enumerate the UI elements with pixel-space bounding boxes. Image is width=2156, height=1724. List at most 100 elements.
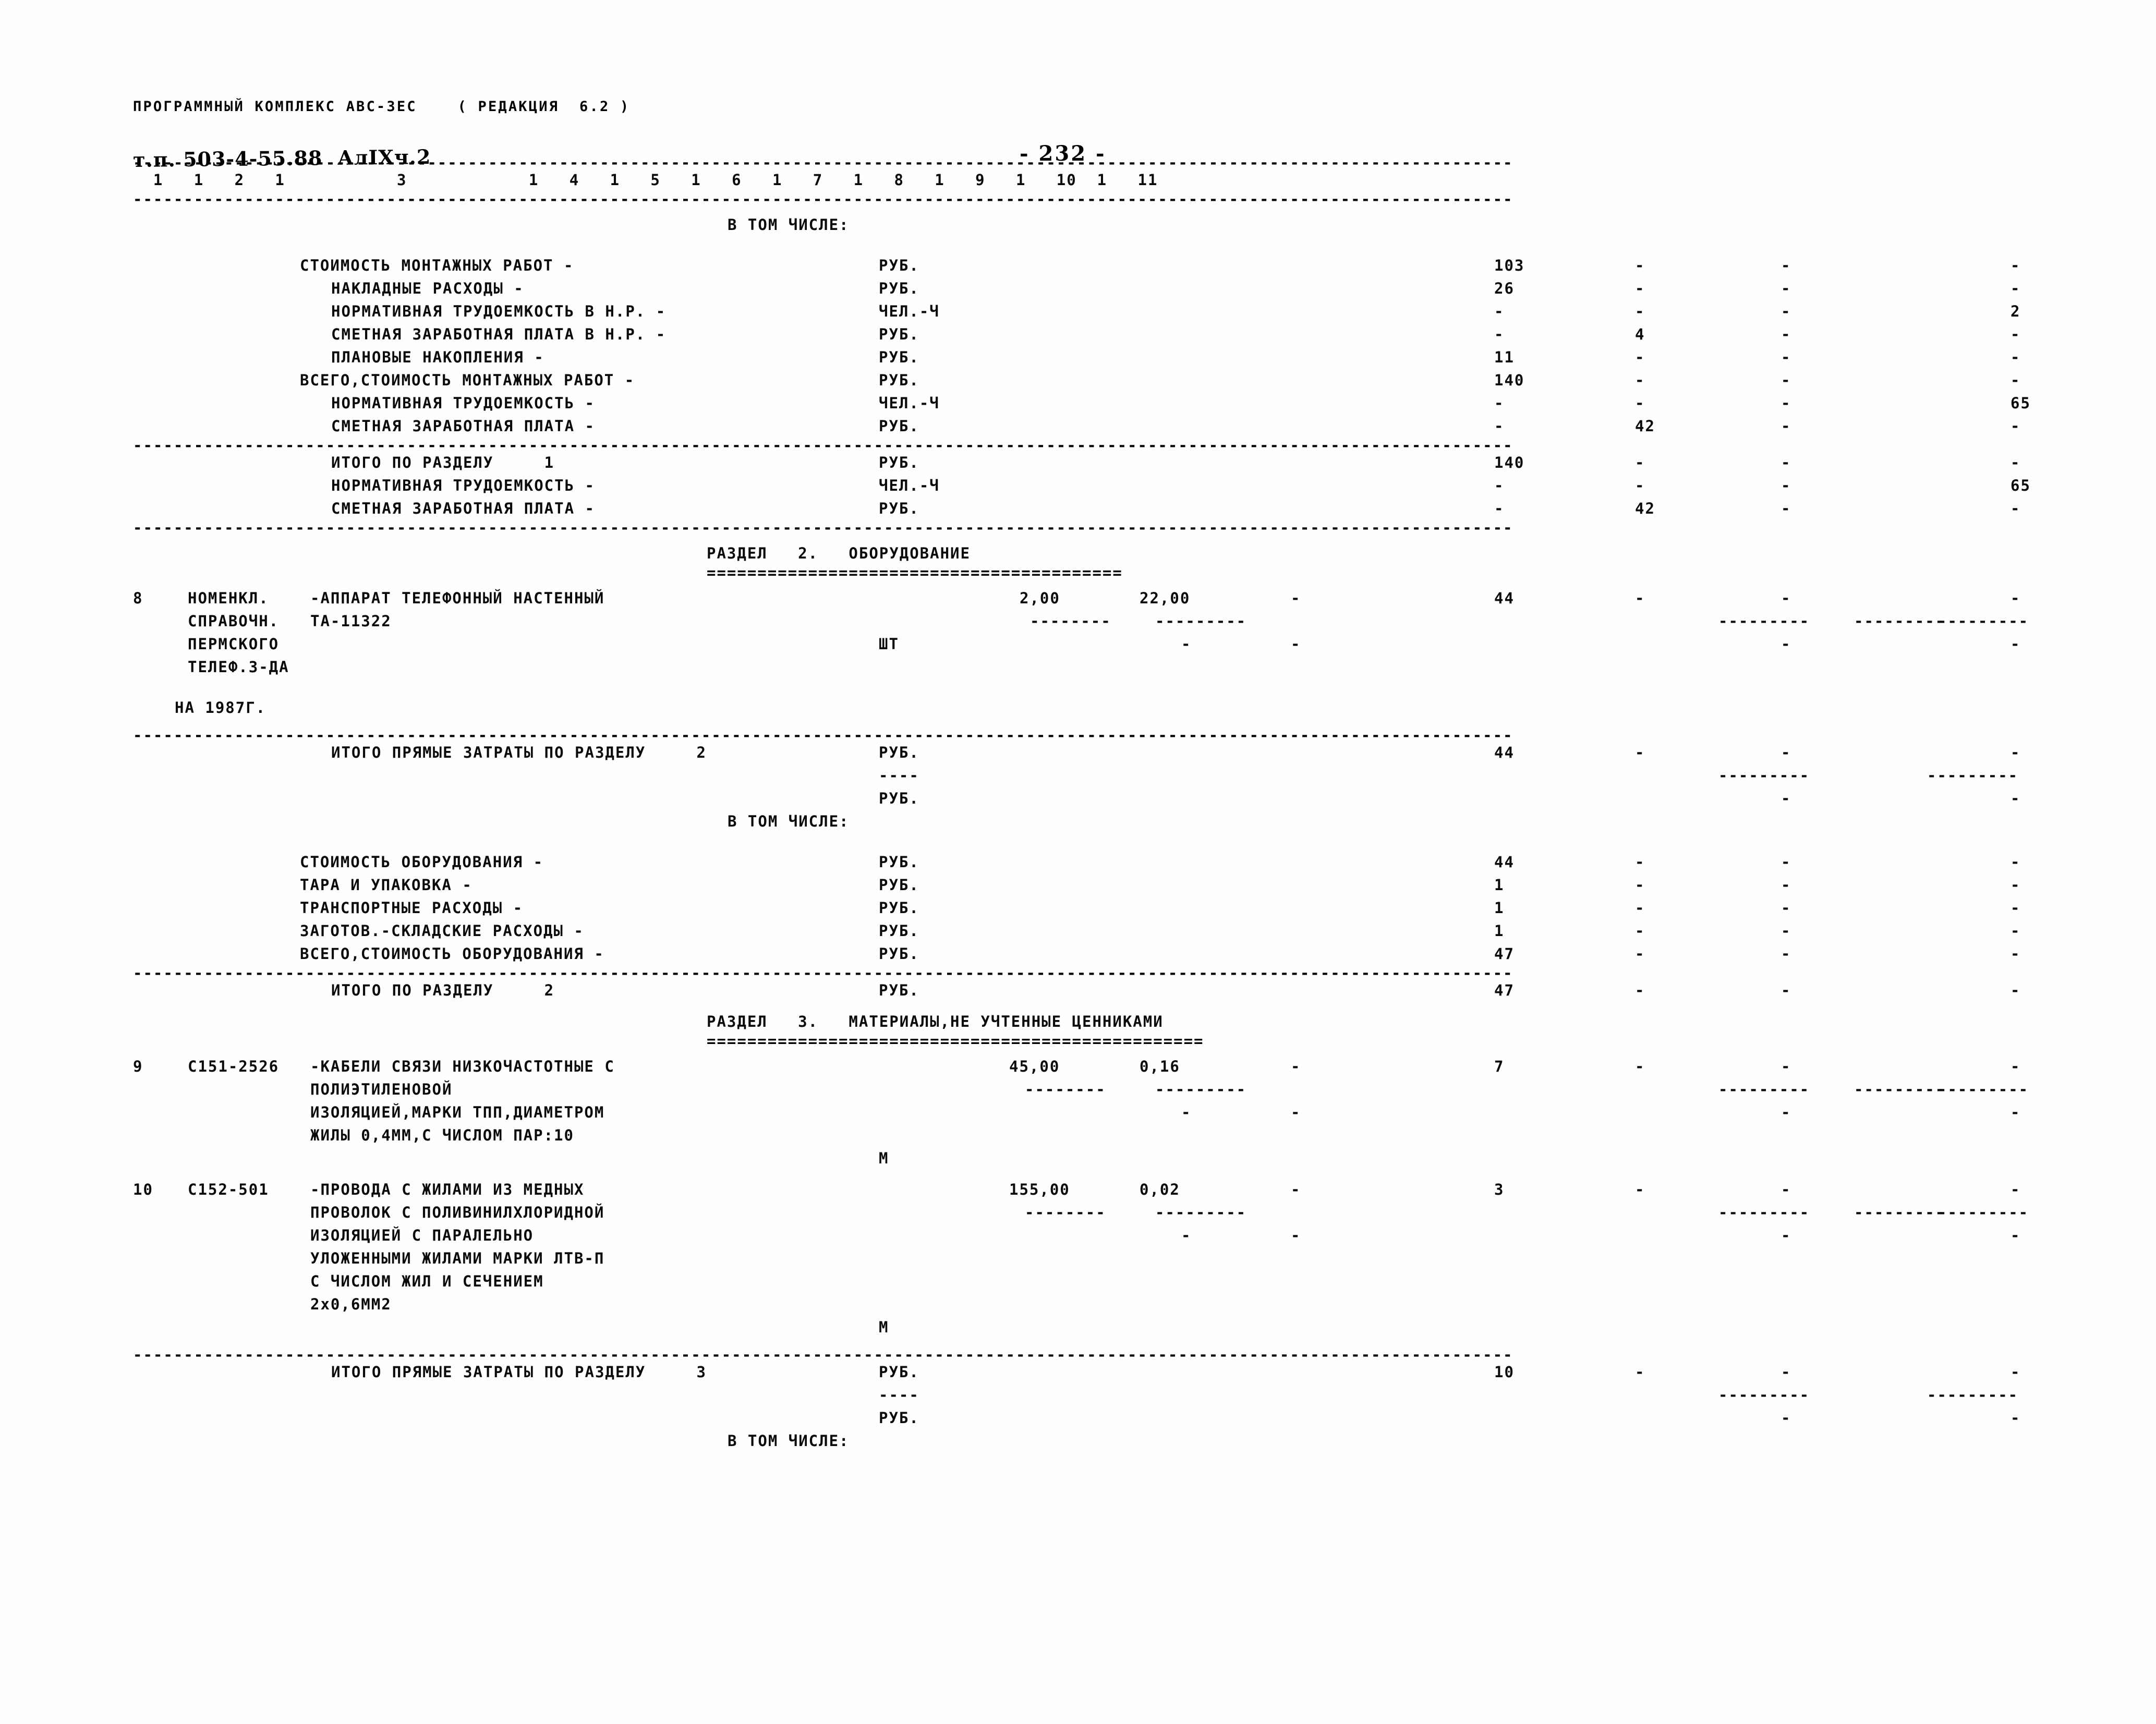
section1-row-col11: 65 xyxy=(2010,394,2031,412)
printout-row: ИТОГО ПРЯМЫЕ ЗАТРАТЫ ПО РАЗДЕЛУ 2 РУБ. 44 -… xyxy=(133,741,2084,764)
section3-direct-total-dot-col11: - xyxy=(2010,1409,2021,1427)
section3-direct-total-col9: - xyxy=(1781,1363,1791,1381)
section3-title: РАЗДЕЛ 3. МАТЕРИАЛЫ,НЕ УЧТЕННЫЕ ЦЕННИКАМ… xyxy=(707,1013,1164,1030)
section1-rule-before-totals: ----------------------------------------… xyxy=(133,438,1513,451)
printout-row: ТЕЛЕФ.З-ДА xyxy=(133,655,2084,678)
section2-row-col7: 1 xyxy=(1494,922,1505,940)
item8-col8: - xyxy=(1635,589,1645,607)
section3-in-which-label: В ТОМ ЧИСЛЕ: xyxy=(728,1432,850,1450)
item9-dash-col10: --------- xyxy=(1854,1080,1946,1098)
section1-total-row-col11: - xyxy=(2010,500,2021,517)
section1-row-col9: - xyxy=(1781,371,1791,389)
section2-direct-total-col8: - xyxy=(1635,744,1645,761)
section1-total-row-unit: РУБ. xyxy=(879,500,919,517)
item10-dash-col10: --------- xyxy=(1854,1204,1946,1221)
section2-section-total-col8: - xyxy=(1635,981,1645,999)
printout-row: СМЕТНАЯ ЗАРАБОТНАЯ ПЛАТА В Н.Р. - РУБ. - 4 -… xyxy=(133,323,2084,346)
item9-col7: 7 xyxy=(1494,1058,1505,1075)
printout-row: ПОЛИЭТИЛЕНОВОЙ -------- --------- ---------… xyxy=(133,1078,2084,1101)
item8-dash-col11: --------- xyxy=(1937,612,2029,630)
estimate-printout-page: ПРОГРАММНЫЙ КОМПЛЕКС АВС-ЗЕС ( РЕДАКЦИЯ … xyxy=(133,96,2084,1452)
item9-unit: М xyxy=(879,1149,889,1167)
section1-row-col7: 103 xyxy=(1494,257,1525,274)
item10-description-line-6: 2х0,6ММ2 xyxy=(310,1295,392,1313)
printout-row: ---- --------- --------- xyxy=(133,764,2084,787)
section2-direct-total-dot-col11: - xyxy=(2010,790,2021,807)
printout-row: СТОИМОСТЬ МОНТАЖНЫХ РАБОТ - РУБ. 103 - - - xyxy=(133,254,2084,277)
section2-row-col9: - xyxy=(1781,922,1791,940)
item10-dot-col11: - xyxy=(2010,1227,2021,1244)
printout-row: ВСЕГО,СТОИМОСТЬ МОНТАЖНЫХ РАБОТ - РУБ. 140… xyxy=(133,369,2084,392)
item9-dash-col11: --------- xyxy=(1937,1080,2029,1098)
section2-row-label: ВСЕГО,СТОИМОСТЬ ОБОРУДОВАНИЯ - xyxy=(300,945,604,963)
item8-dash-qty: -------- xyxy=(1030,612,1111,630)
page-header: ПРОГРАММНЫЙ КОМПЛЕКС АВС-ЗЕС ( РЕДАКЦИЯ … xyxy=(133,96,2084,205)
item10-dash-col11: --------- xyxy=(1937,1204,2029,1221)
section1-row-col9: - xyxy=(1781,302,1791,320)
item9-dot-price: - xyxy=(1181,1103,1192,1121)
section1-row-col11: - xyxy=(2010,280,2021,297)
item8-price: 22,00 xyxy=(1140,589,1191,607)
item8-col11: - xyxy=(2010,589,2021,607)
section1-row-unit: РУБ. xyxy=(879,417,919,435)
section2-section-total-label: ИТОГО ПО РАЗДЕЛУ 2 xyxy=(331,981,555,999)
section2-direct-total: ИТОГО ПРЯМЫЕ ЗАТРАТЫ ПО РАЗДЕЛУ 2 РУБ. 44 -… xyxy=(133,741,2084,810)
section1-row-label: ВСЕГО,СТОИМОСТЬ МОНТАЖНЫХ РАБОТ - xyxy=(300,371,635,389)
section1-total-row-label: СМЕТНАЯ ЗАРАБОТНАЯ ПЛАТА - xyxy=(331,500,595,517)
section2-direct-total-dot-col9: - xyxy=(1781,790,1791,807)
handwritten-document-code: т.п. 503-4-55.88 АлIХч.2 xyxy=(132,145,431,172)
section2-in-which-label: В ТОМ ЧИСЛЕ: xyxy=(728,812,850,830)
section2-rule-before-direct-total: ----------------------------------------… xyxy=(133,727,1513,741)
item8-description-line-1: -АППАРАТ ТЕЛЕФОННЫЙ НАСТЕННЫЙ xyxy=(310,589,605,607)
program-title-line: ПРОГРАММНЫЙ КОМПЛЕКС АВС-ЗЕС ( РЕДАКЦИЯ … xyxy=(133,99,631,115)
item9-number: 9 xyxy=(133,1058,143,1075)
section3-direct-total-unit-underline: ---- xyxy=(879,1386,919,1404)
section1-row-unit: РУБ. xyxy=(879,325,919,343)
item10-col9: - xyxy=(1781,1181,1791,1198)
printout-row: НАКЛАДНЫЕ РАСХОДЫ - РУБ. 26 - - - xyxy=(133,277,2084,300)
section1-row-col9: - xyxy=(1781,348,1791,366)
section2-title-rule: ========================================… xyxy=(707,565,1123,578)
section1-total-rows: ИТОГО ПО РАЗДЕЛУ 1 РУБ. 140- - - НОРМАТИВНАЯ … xyxy=(133,451,2084,520)
section2-direct-total-label: ИТОГО ПРЯМЫЕ ЗАТРАТЫ ПО РАЗДЕЛУ 2 xyxy=(331,744,707,761)
section3-items: 9 С151-2526 -КАБЕЛИ СВЯЗИ НИЗКОЧАСТОТНЫЕ С… xyxy=(133,1055,2084,1339)
section1-row-col7: 26 xyxy=(1494,280,1515,297)
printout-row: 9 С151-2526 -КАБЕЛИ СВЯЗИ НИЗКОЧАСТОТНЫЕ С… xyxy=(133,1055,2084,1078)
section1-total-row-col7: 140 xyxy=(1494,454,1525,471)
printout-row: ПРОВОЛОК С ПОЛИВИНИЛХЛОРИДНОЙ -------- ---… xyxy=(133,1201,2084,1224)
section2-item-8: 8 НОМЕНКЛ. -АППАРАТ ТЕЛЕФОННЫЙ НАСТЕННЫЙ 2,… xyxy=(133,587,2084,678)
header-rule-under-columns: ----------------------------------------… xyxy=(133,191,1513,205)
item10-description-line-4: УЛОЖЕННЫМИ ЖИЛАМИ МАРКИ ЛТВ-П xyxy=(310,1249,605,1267)
section2-row-col8: - xyxy=(1635,922,1645,940)
printout-row: РУБ. - - xyxy=(133,787,2084,810)
item9-price: 0,16 xyxy=(1140,1058,1180,1075)
section1-row-col11: - xyxy=(2010,371,2021,389)
item8-unit: ШТ xyxy=(879,635,899,653)
printout-row: СМЕТНАЯ ЗАРАБОТНАЯ ПЛАТА - РУБ. - 42 - - xyxy=(133,415,2084,438)
section2-section-total-unit: РУБ. xyxy=(879,981,919,999)
section2-row-unit: РУБ. xyxy=(879,899,919,917)
section1-row-col8: 4 xyxy=(1635,325,1645,343)
section2-row-col11: - xyxy=(2010,945,2021,963)
item10-col11: - xyxy=(2010,1181,2021,1198)
section3-direct-total-col7: 10 xyxy=(1494,1363,1515,1381)
item9-description-line-1: -КАБЕЛИ СВЯЗИ НИЗКОЧАСТОТНЫЕ С xyxy=(310,1058,615,1075)
item10-col7: 3 xyxy=(1494,1181,1505,1198)
item10-quantity: 155,00 xyxy=(1009,1181,1070,1198)
section2-row-col7: 1 xyxy=(1494,876,1505,894)
section-2-equipment: РАЗДЕЛ 2. ОБОРУДОВАНИЕ =================… xyxy=(133,542,2084,1002)
item10-dash-qty: -------- xyxy=(1025,1204,1106,1221)
section3-direct-total-col8: - xyxy=(1635,1363,1645,1381)
section1-row-col11: - xyxy=(2010,257,2021,274)
section2-year-note: НА 1987Г. xyxy=(175,699,267,717)
item8-dash-col9: --------- xyxy=(1718,612,1810,630)
item10-code: С152-501 xyxy=(188,1181,269,1198)
printout-row: 8 НОМЕНКЛ. -АППАРАТ ТЕЛЕФОННЫЙ НАСТЕННЫЙ 2,… xyxy=(133,587,2084,610)
section2-row-unit: РУБ. xyxy=(879,853,919,871)
section2-direct-total-col9: - xyxy=(1781,744,1791,761)
section2-rule-before-section-total: ----------------------------------------… xyxy=(133,965,1513,979)
section1-row-col9: - xyxy=(1781,257,1791,274)
section2-row-label: ТАРА И УПАКОВКА - xyxy=(300,876,473,894)
section1-row-label: НАКЛАДНЫЕ РАСХОДЫ - xyxy=(331,280,524,297)
printout-row: ЗАГОТОВ.-СКЛАДСКИЕ РАСХОДЫ - РУБ. 1 - - - xyxy=(133,919,2084,942)
